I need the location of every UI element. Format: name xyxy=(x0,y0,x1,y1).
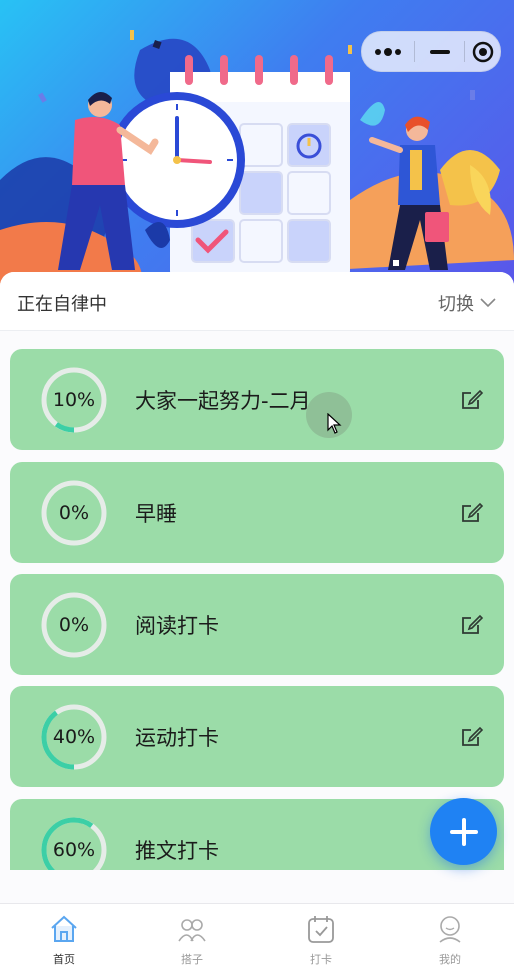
progress-label: 10% xyxy=(52,389,96,411)
progress-label: 0% xyxy=(58,614,90,636)
progress-label: 60% xyxy=(52,839,96,861)
task-name: 推文打卡 xyxy=(135,839,219,863)
switch-label: 切换 xyxy=(438,294,474,315)
edit-icon[interactable] xyxy=(460,612,484,636)
tab-label: 搭子 xyxy=(181,953,203,966)
task-card[interactable]: 40% 运动打卡 xyxy=(10,686,504,787)
tab-buddies[interactable]: 搭子 xyxy=(128,904,256,971)
progress-label: 0% xyxy=(58,502,90,524)
tab-checkin[interactable]: 打卡 xyxy=(257,904,385,971)
section-header: 正在自律中 切换 xyxy=(0,272,514,331)
mini-program-capsule xyxy=(361,31,501,72)
section-title: 正在自律中 xyxy=(17,294,107,315)
task-card[interactable]: 10% 大家一起努力-二月 xyxy=(10,349,504,450)
tab-profile[interactable]: 我的 xyxy=(386,904,514,971)
task-name: 早睡 xyxy=(135,502,177,526)
target-icon[interactable] xyxy=(465,32,500,71)
mouse-pointer-icon xyxy=(327,413,342,434)
edit-icon[interactable] xyxy=(460,500,484,524)
switch-button[interactable]: 切换 xyxy=(438,290,496,316)
task-name: 大家一起努力-二月 xyxy=(135,389,311,413)
tab-bar: 首页 搭子 打卡 我的 xyxy=(0,903,514,971)
edit-icon[interactable] xyxy=(460,724,484,748)
progress-label: 40% xyxy=(52,726,96,748)
task-card[interactable]: 0% 阅读打卡 xyxy=(10,574,504,675)
plus-icon xyxy=(449,817,478,846)
home-icon xyxy=(51,915,77,942)
minimize-icon[interactable] xyxy=(415,32,464,71)
buddies-icon xyxy=(178,919,206,942)
edit-icon[interactable] xyxy=(460,387,484,411)
tab-label: 打卡 xyxy=(310,953,332,966)
task-name: 运动打卡 xyxy=(135,726,219,750)
tab-label: 我的 xyxy=(439,953,461,966)
task-name: 阅读打卡 xyxy=(135,614,219,638)
chevron-down-icon xyxy=(480,298,496,308)
profile-icon xyxy=(439,916,461,943)
task-list: 10% 大家一起努力-二月 0% 早睡 0% 阅读打卡 40% 运动打卡 60%… xyxy=(0,338,514,870)
tab-home[interactable]: 首页 xyxy=(0,904,128,971)
checkin-calendar-icon xyxy=(308,916,334,943)
more-dots-icon[interactable] xyxy=(362,32,414,71)
tab-label: 首页 xyxy=(53,953,75,966)
task-card[interactable]: 0% 早睡 xyxy=(10,462,504,563)
add-button[interactable] xyxy=(430,798,497,865)
